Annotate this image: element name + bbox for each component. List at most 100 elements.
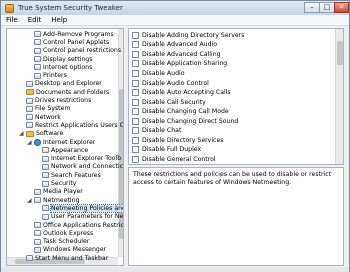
tree-item-label: User Parameters for Ne: [51, 213, 124, 221]
option-checkbox[interactable]: [132, 108, 139, 116]
tree-item[interactable]: Desktop and Explorer: [19, 80, 102, 88]
option-row[interactable]: Disable Full Duplex: [132, 146, 201, 155]
close-button[interactable]: ✕: [334, 2, 349, 13]
settings-node-icon: [26, 122, 33, 129]
settings-node-icon: [26, 114, 33, 121]
tree-item[interactable]: User Parameters for Ne: [35, 213, 123, 221]
expand-arrow-icon[interactable]: ◢: [27, 197, 34, 204]
tree-item-label: Printers: [43, 72, 67, 80]
option-label: Disable Directory Services: [142, 136, 224, 144]
tree-item[interactable]: ◢ Software: [19, 130, 63, 138]
tree-item-label: Software: [36, 130, 64, 138]
settings-node-icon: [26, 255, 33, 262]
option-checkbox[interactable]: [132, 31, 139, 39]
option-label: Disable Advanced Audio: [142, 41, 218, 49]
option-checkbox[interactable]: [132, 89, 139, 97]
option-checkbox[interactable]: [132, 127, 139, 135]
option-row[interactable]: Disable Chat: [132, 127, 181, 136]
option-row[interactable]: Disable Audio: [132, 69, 185, 78]
tree-item[interactable]: Printers: [27, 72, 67, 80]
title-bar[interactable]: True System Security Tweaker – □ ✕: [1, 1, 349, 15]
options-scroll-thumb[interactable]: [337, 41, 343, 65]
options-vertical-scrollbar[interactable]: [335, 29, 343, 164]
options-checklist: Disable Adding Directory Servers Disable …: [128, 28, 344, 165]
minimize-button[interactable]: –: [304, 2, 320, 13]
option-checkbox[interactable]: [132, 146, 139, 154]
tree-item[interactable]: Display settings: [27, 55, 92, 63]
option-row[interactable]: Disable Directory Services: [132, 136, 224, 145]
menu-bar: File Edit Help: [1, 15, 349, 26]
settings-node-icon: [34, 238, 41, 245]
menu-help[interactable]: Help: [46, 16, 72, 24]
option-row[interactable]: Disable Advanced Calling: [132, 50, 221, 59]
option-checkbox[interactable]: [132, 41, 139, 49]
settings-node-icon: [42, 205, 49, 212]
option-row[interactable]: Disable General Control: [132, 155, 216, 164]
tree-item[interactable]: File System: [19, 105, 70, 113]
option-row[interactable]: Disable Adding Directory Servers: [132, 31, 244, 40]
description-panel: These restrictions and policies can be u…: [128, 167, 344, 266]
tree-item-label: Security: [51, 180, 77, 188]
expand-arrow-icon[interactable]: ◢: [27, 139, 34, 146]
expand-arrow-icon[interactable]: ◢: [19, 130, 26, 137]
settings-node-icon: [34, 222, 41, 229]
tree-item[interactable]: Network: [19, 113, 61, 121]
tree-item[interactable]: Media Player: [27, 188, 83, 196]
tree-item-label: Office Applications Restrict: [43, 221, 124, 229]
tree-item[interactable]: Search Features: [35, 171, 101, 179]
maximize-button[interactable]: □: [319, 2, 335, 13]
option-checkbox[interactable]: [132, 98, 139, 106]
tree-item-label: Drives restrictions: [35, 97, 92, 105]
settings-node-icon: [34, 64, 41, 71]
tree-item-label: Outlook Express: [43, 229, 94, 237]
option-label: Disable Changing Direct Sound: [142, 117, 239, 125]
category-tree[interactable]: Add-Remove Programs Control Panel Applets…: [6, 28, 124, 266]
tree-item[interactable]: Netmeeting Policies anc: [35, 203, 123, 213]
option-row[interactable]: Disable Application Sharing: [132, 60, 227, 69]
tree-item-label: Internet Explorer: [43, 138, 96, 146]
settings-node-icon: [34, 230, 41, 237]
settings-node-icon: [34, 47, 41, 54]
option-checkbox[interactable]: [132, 117, 139, 125]
tree-item-label: Add-Remove Programs: [43, 30, 114, 38]
tree-item-label: Search Features: [51, 171, 101, 179]
tree-item[interactable]: Start Menu and Taskbar: [19, 254, 108, 262]
tree-item[interactable]: Control panel restrictions: [27, 47, 121, 55]
option-row[interactable]: Disable Audio Control: [132, 79, 209, 88]
tree-item[interactable]: Internet Explorer Toolb: [35, 155, 121, 163]
tree-item[interactable]: Drives restrictions: [19, 96, 91, 104]
tree-item[interactable]: Internet options: [27, 63, 92, 71]
option-checkbox[interactable]: [132, 50, 139, 58]
option-row[interactable]: Disable Auto Accepting Calls: [132, 88, 231, 97]
tree-item[interactable]: Appearance: [35, 146, 88, 154]
option-row[interactable]: Disable Call Security: [132, 98, 206, 107]
settings-node-icon: [42, 180, 49, 187]
tree-item-label: Windows Messenger: [43, 246, 107, 254]
option-row[interactable]: Disable Changing Call Mode: [132, 107, 229, 116]
tree-item[interactable]: Control Panel Applets: [27, 38, 109, 46]
option-checkbox[interactable]: [132, 79, 139, 87]
tree-item[interactable]: Security: [35, 179, 76, 187]
tree-item-label: Control Panel Applets: [43, 38, 110, 46]
option-row[interactable]: Disable Advanced Audio: [132, 41, 217, 50]
menu-edit[interactable]: Edit: [23, 16, 47, 24]
tree-item[interactable]: Outlook Express: [27, 229, 93, 237]
tree-item-label: File System: [35, 105, 71, 113]
option-checkbox[interactable]: [132, 69, 139, 77]
settings-node-icon: [26, 80, 33, 87]
tree-item[interactable]: ◢ Netmeeting: [27, 196, 80, 204]
menu-file[interactable]: File: [1, 16, 23, 24]
tree-item[interactable]: ◢ Internet Explorer: [27, 138, 95, 146]
option-checkbox[interactable]: [132, 60, 139, 68]
tree-item[interactable]: Windows Messenger: [27, 246, 106, 254]
tree-item[interactable]: Documents and Folders: [19, 88, 109, 96]
option-checkbox[interactable]: [132, 155, 139, 163]
option-row[interactable]: Disable Changing Direct Sound: [132, 117, 238, 126]
tree-item[interactable]: Restrict Applications Users Can R: [19, 121, 123, 129]
settings-node-icon: [34, 31, 41, 38]
tree-item[interactable]: Task Scheduler: [27, 238, 89, 246]
tree-item[interactable]: Add-Remove Programs: [27, 30, 114, 38]
option-checkbox[interactable]: [132, 136, 139, 144]
tree-item[interactable]: Office Applications Restrict: [27, 221, 124, 229]
tree-item[interactable]: Network and Connectic: [35, 163, 123, 171]
